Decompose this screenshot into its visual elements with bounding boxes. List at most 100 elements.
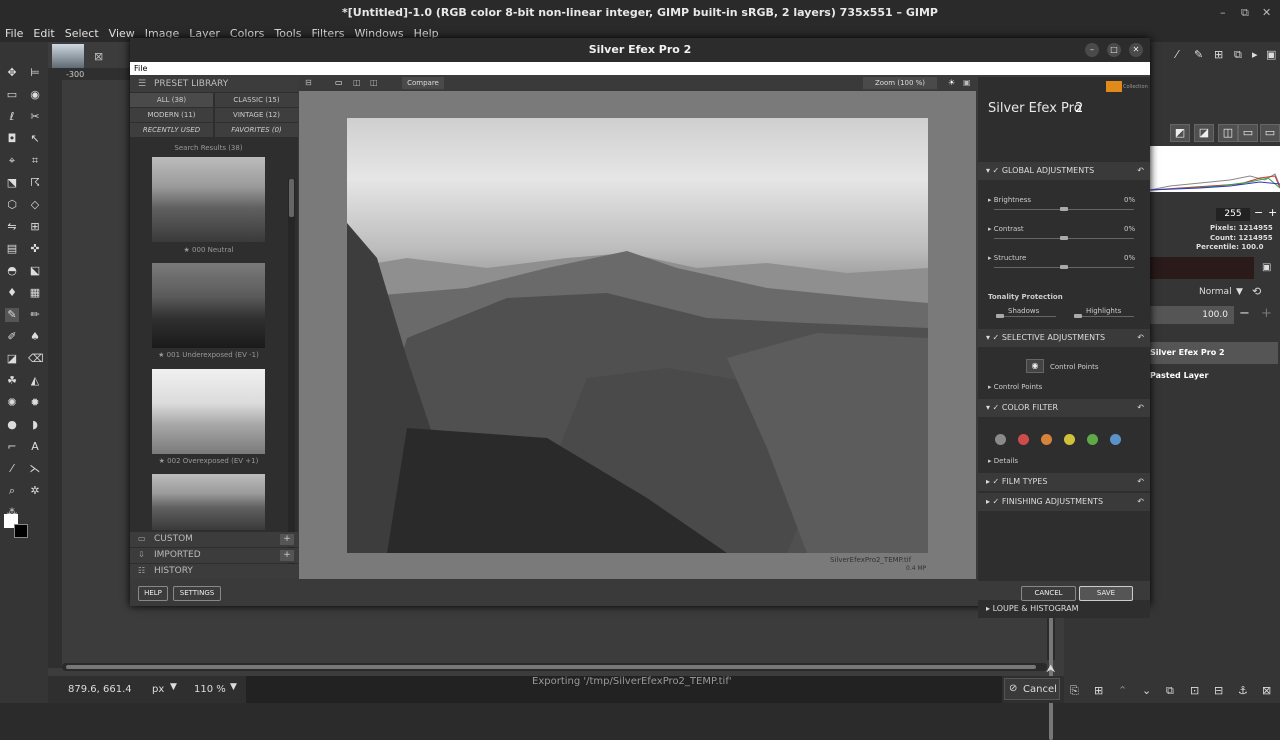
- smudge-icon[interactable]: ☘: [5, 374, 19, 388]
- mypaint-icon[interactable]: ◪: [5, 352, 19, 366]
- menu-file[interactable]: File: [0, 26, 28, 42]
- document-icon[interactable]: ⧉: [1234, 48, 1242, 62]
- add-control-point-button[interactable]: ◉: [1026, 359, 1044, 373]
- dock-menu-icon[interactable]: ▣: [1266, 48, 1276, 61]
- merge-layer-icon[interactable]: ⊡: [1190, 684, 1199, 697]
- zoom-icon[interactable]: ⌕: [5, 484, 19, 498]
- bucket-fill-icon[interactable]: ◓: [5, 264, 19, 278]
- tab-favorites[interactable]: FAVORITES (0): [215, 123, 298, 137]
- eraser-icon[interactable]: ⌫: [28, 352, 44, 366]
- dock-menu-icon[interactable]: ▣: [1262, 262, 1271, 273]
- paths-icon[interactable]: ↖: [28, 132, 42, 146]
- background-gray-icon[interactable]: ▣: [963, 78, 971, 87]
- minus-icon[interactable]: −: [1254, 206, 1263, 219]
- zoom-button[interactable]: Zoom (100 %): [863, 77, 937, 89]
- path-tool-icon[interactable]: ⌐: [5, 440, 19, 454]
- color-filter-swatch[interactable]: [1110, 434, 1121, 445]
- text-tool-icon[interactable]: A: [28, 440, 42, 454]
- pencil-icon[interactable]: ✏: [28, 308, 42, 322]
- histogram-option2-button[interactable]: ▭: [1260, 124, 1280, 142]
- global-adjustments-header[interactable]: ▾ ✓ GLOBAL ADJUSTMENTS ↶: [978, 162, 1150, 180]
- dialog-file-menu[interactable]: File: [130, 62, 1150, 75]
- blur-icon[interactable]: ✺: [5, 396, 19, 410]
- tab-vintage[interactable]: VINTAGE (12): [215, 108, 298, 122]
- single-view-icon[interactable]: ▭: [335, 78, 343, 87]
- minimize-icon[interactable]: –: [1220, 6, 1226, 19]
- finishing-adjustments-header[interactable]: ▸ ✓ FINISHING ADJUSTMENTS ↶: [978, 493, 1150, 511]
- highlights-slider[interactable]: [1074, 314, 1134, 318]
- ellipse-select-icon[interactable]: ◉: [28, 88, 42, 102]
- split-view-icon[interactable]: ◫: [353, 78, 361, 87]
- history-panel-header[interactable]: HISTORY: [130, 564, 298, 579]
- preset-scrollbar[interactable]: [288, 179, 295, 567]
- histogram-range-input[interactable]: 255: [1216, 208, 1250, 221]
- paintbrush-icon[interactable]: ✎: [5, 308, 19, 322]
- crop-icon[interactable]: ⌗: [28, 154, 42, 168]
- background-toggle-icon[interactable]: ☀: [948, 78, 955, 87]
- align-tool-icon[interactable]: ⊨: [28, 66, 42, 80]
- tab-modern[interactable]: MODERN (11): [130, 108, 213, 122]
- preview-image[interactable]: [347, 118, 928, 553]
- chevron-down-icon[interactable]: ▼: [170, 682, 177, 692]
- eyedropper-icon[interactable]: ⁄: [5, 462, 19, 476]
- tab-recently-used[interactable]: RECENTLY USED: [130, 123, 213, 137]
- opacity-slider[interactable]: 100.0: [1150, 306, 1234, 324]
- duplicate-layer-icon[interactable]: ⧉: [1166, 684, 1174, 698]
- transform-icon[interactable]: ⬔: [5, 176, 19, 190]
- preset-library-header[interactable]: PRESET LIBRARY: [130, 77, 298, 92]
- background-color-swatch[interactable]: [14, 524, 28, 538]
- film-types-header[interactable]: ▸ ✓ FILM TYPES ↶: [978, 473, 1150, 491]
- tab-arrow-icon[interactable]: ▸: [1252, 48, 1258, 61]
- lower-layer-icon[interactable]: ⌄: [1142, 684, 1151, 697]
- compare-button[interactable]: Compare: [402, 77, 444, 89]
- histogram-option-button[interactable]: ▭: [1238, 124, 1258, 142]
- structure-slider[interactable]: [994, 265, 1134, 269]
- imported-panel-header[interactable]: IMPORTED +: [130, 548, 298, 563]
- color-filter-swatch[interactable]: [1087, 434, 1098, 445]
- layer-row[interactable]: Pasted Layer: [1150, 365, 1278, 387]
- close-icon[interactable]: ✕: [1262, 6, 1271, 19]
- flip-icon[interactable]: ⇋: [5, 220, 19, 234]
- gegl-icon[interactable]: ✲: [28, 484, 42, 498]
- help-button[interactable]: HELP: [138, 586, 168, 601]
- anchor-icon[interactable]: ⚓: [1238, 684, 1248, 697]
- rect-select-icon[interactable]: ▭: [5, 88, 19, 102]
- gradient-icon[interactable]: ▦: [28, 286, 42, 300]
- plus-icon[interactable]: +: [1261, 306, 1272, 321]
- perspective-icon[interactable]: ◇: [28, 198, 42, 212]
- text-box-icon[interactable]: ▤: [5, 242, 19, 256]
- loupe-histogram-header[interactable]: ▸ LOUPE & HISTOGRAM: [978, 600, 1150, 618]
- warp-icon[interactable]: ☈: [28, 176, 42, 190]
- drop-icon[interactable]: ●: [5, 418, 19, 432]
- color-filter-header[interactable]: ▾ ✓ COLOR FILTER ↶: [978, 399, 1150, 417]
- burn-icon[interactable]: ◗: [28, 418, 42, 432]
- layer-mode-select[interactable]: Normal: [1199, 287, 1232, 297]
- clone-icon[interactable]: ⊞: [28, 220, 42, 234]
- dodge-icon[interactable]: ◭: [28, 374, 42, 388]
- reset-mode-icon[interactable]: ⟲: [1252, 285, 1261, 298]
- cage-icon[interactable]: ⬡: [5, 198, 19, 212]
- airbrush-icon[interactable]: ✐: [5, 330, 19, 344]
- custom-panel-header[interactable]: CUSTOM +: [130, 532, 298, 547]
- details-toggle[interactable]: ▸ Details: [988, 457, 1018, 465]
- maximize-icon[interactable]: ⧉: [1241, 6, 1249, 20]
- layout-icon[interactable]: ⊟: [305, 78, 312, 87]
- plus-icon[interactable]: +: [1268, 206, 1277, 219]
- raise-layer-icon[interactable]: ⌃: [1118, 684, 1127, 697]
- font-icon[interactable]: ⊞: [1214, 48, 1223, 61]
- chevron-down-icon[interactable]: ▼: [230, 682, 237, 692]
- scissors-icon[interactable]: ✂: [28, 110, 42, 124]
- ink-icon[interactable]: ♠: [28, 330, 42, 344]
- delete-layer-icon[interactable]: ⊠: [1262, 684, 1271, 697]
- zoom-select[interactable]: 110 %: [194, 684, 226, 695]
- new-group-icon[interactable]: ⊞: [1094, 684, 1103, 697]
- save-button[interactable]: SAVE: [1079, 586, 1133, 601]
- color-picker-icon[interactable]: ⌖: [5, 154, 19, 168]
- color-filter-swatch[interactable]: [1018, 434, 1029, 445]
- heal-icon[interactable]: ✜: [28, 242, 42, 256]
- lasso-icon[interactable]: ℓ: [5, 110, 19, 124]
- chevron-down-icon[interactable]: ▼: [1236, 287, 1243, 297]
- minus-icon[interactable]: −: [1239, 306, 1250, 321]
- maximize-icon[interactable]: □: [1107, 43, 1121, 57]
- structure-label[interactable]: ▸ Structure: [988, 254, 1026, 262]
